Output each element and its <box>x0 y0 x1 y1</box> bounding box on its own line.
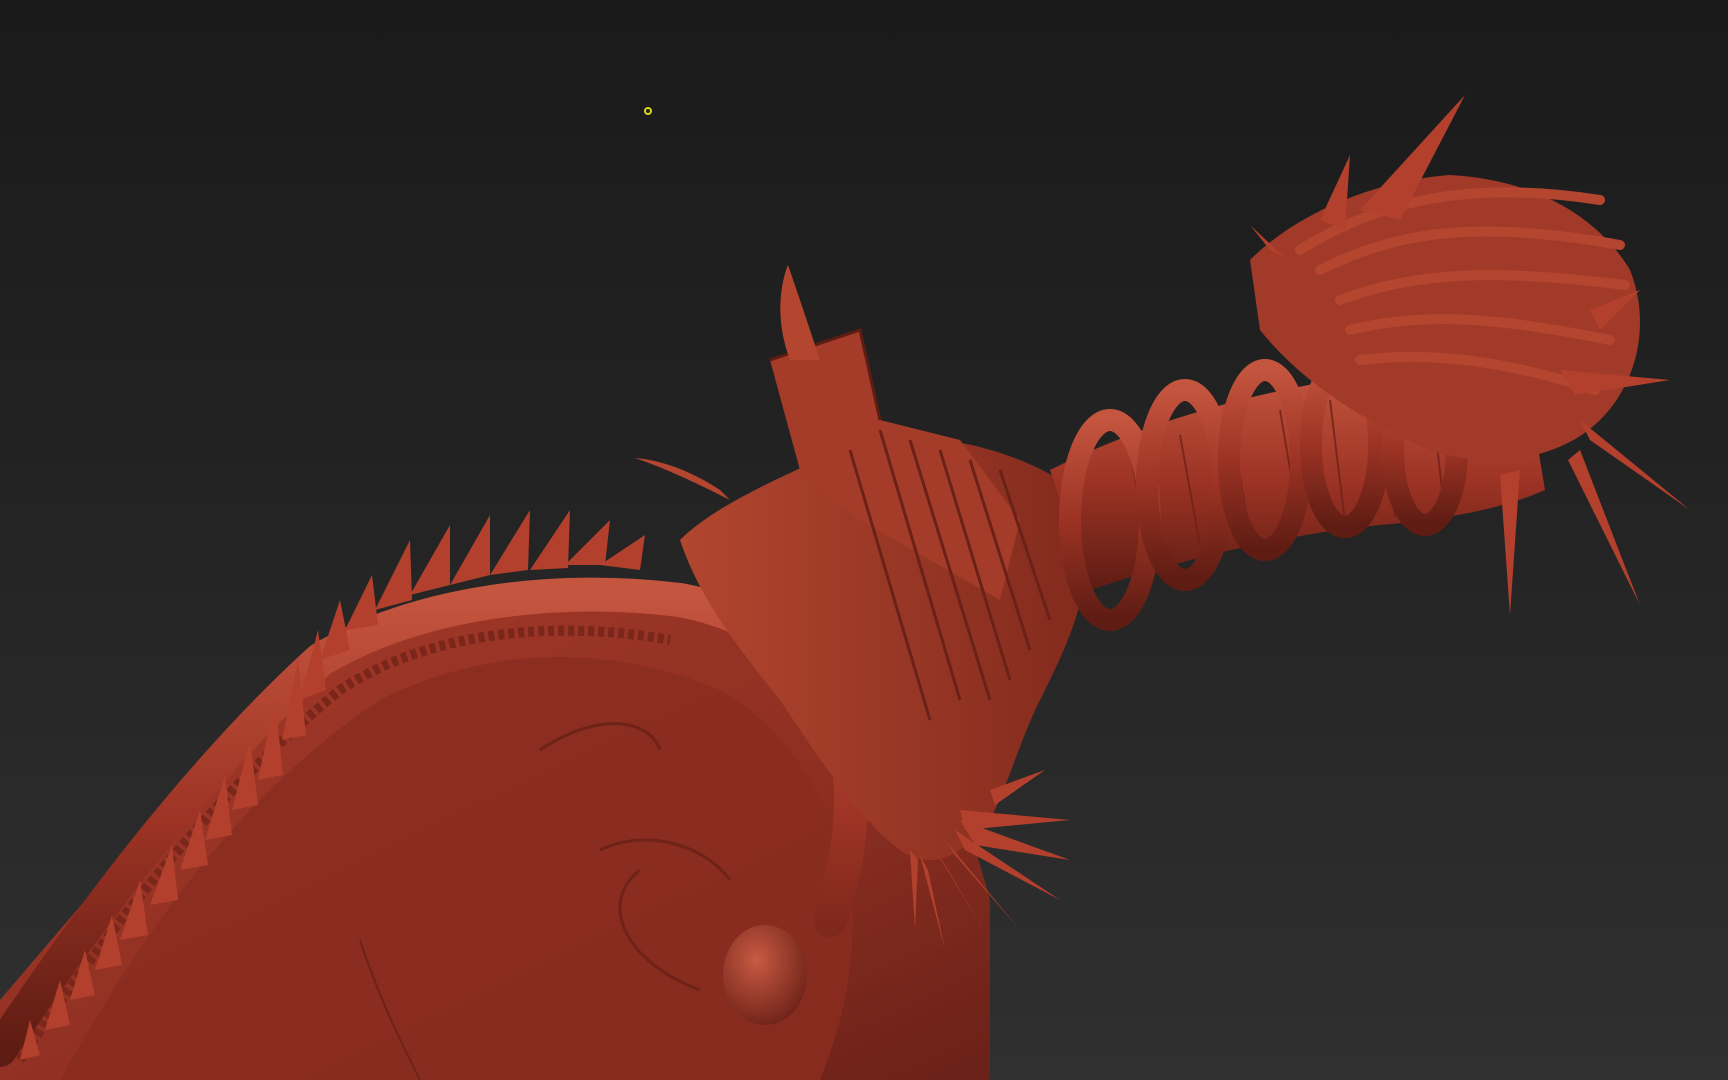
guard-horn <box>780 265 820 360</box>
guard-horn <box>635 458 730 500</box>
sculpted-model[interactable] <box>0 0 1728 1080</box>
sculpt-viewport[interactable] <box>0 0 1728 1080</box>
brush-cursor-icon <box>644 107 652 115</box>
spine-ball <box>723 925 807 1025</box>
